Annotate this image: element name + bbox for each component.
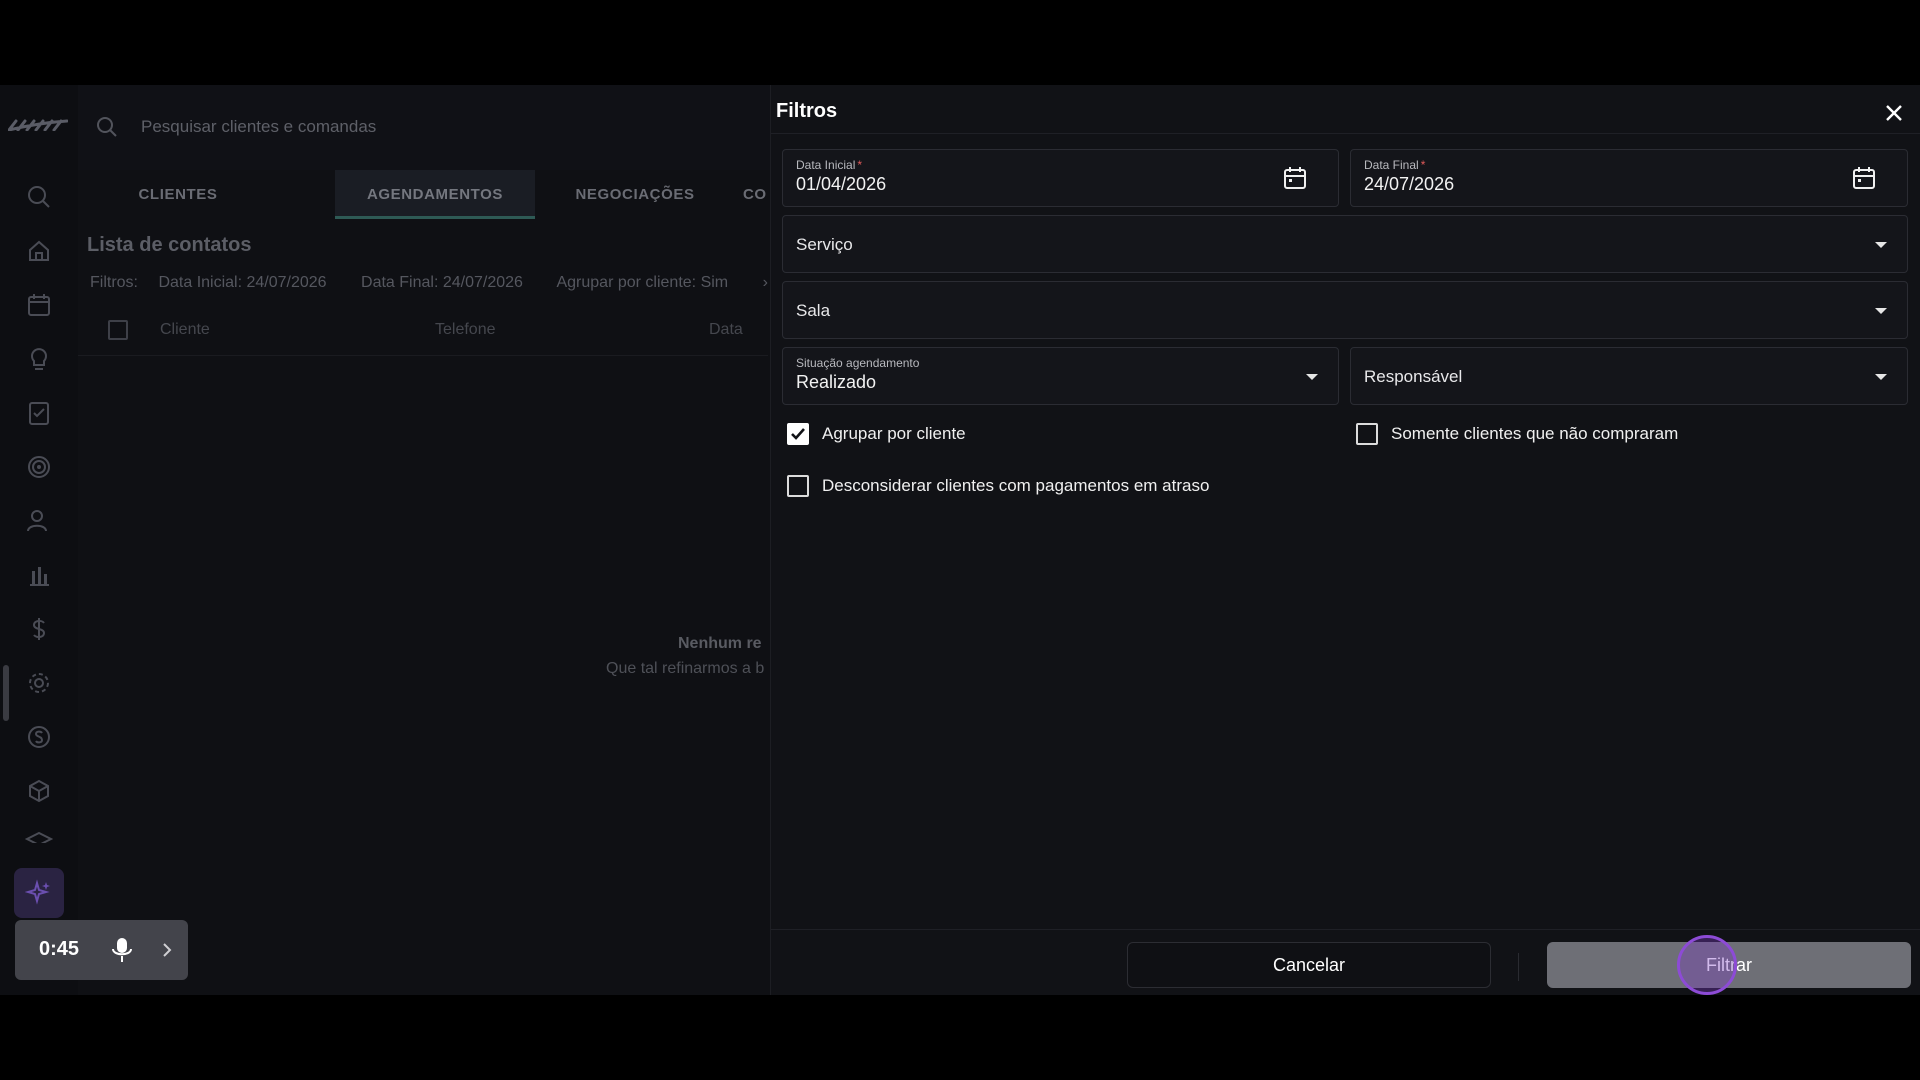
calendar-icon[interactable] — [1282, 165, 1308, 191]
start-date-field[interactable]: Data Inicial * 01/04/2026 — [782, 149, 1339, 207]
search-nav-icon[interactable] — [25, 183, 53, 211]
sidebar — [0, 85, 78, 995]
dollar-icon[interactable] — [25, 615, 53, 643]
responsible-placeholder: Responsável — [1364, 367, 1463, 386]
empty-state-subtitle: Que tal refinarmos a b — [606, 660, 765, 677]
chevron-down-icon[interactable] — [1875, 242, 1887, 248]
ignore-late-payments-checkbox[interactable] — [787, 475, 809, 497]
only-non-buyers-checkbox[interactable] — [1356, 423, 1378, 445]
empty-state-title: Nenhum re — [678, 635, 762, 652]
select-all-checkbox[interactable] — [108, 320, 128, 340]
service-placeholder: Serviço — [796, 235, 853, 254]
graduation-icon[interactable] — [25, 829, 53, 843]
footer-divider — [771, 929, 1920, 930]
coin-icon[interactable] — [25, 723, 53, 751]
filters-label: Filtros: — [90, 274, 138, 291]
sidebar-active-marker — [3, 665, 9, 721]
status-select[interactable]: Situação agendamento Realizado — [782, 347, 1339, 405]
calendar-nav-icon[interactable] — [25, 291, 53, 319]
close-icon[interactable] — [1881, 100, 1907, 126]
bar-chart-icon[interactable] — [25, 561, 53, 589]
column-header-data[interactable]: Data — [709, 321, 743, 339]
chevron-right-icon[interactable] — [160, 942, 174, 958]
only-non-buyers-option[interactable]: Somente clientes que não compraram — [1356, 420, 1678, 448]
screen: Pesquisar clientes e comandas CLIENTES A… — [0, 85, 1920, 995]
group-by-client-option[interactable]: Agrupar por cliente — [787, 420, 966, 448]
recording-widget: 0:45 — [15, 920, 188, 980]
table-header: Cliente Telefone Data — [78, 300, 768, 356]
search-input[interactable]: Pesquisar clientes e comandas — [141, 117, 376, 137]
filter-button[interactable]: Filtrar — [1547, 942, 1911, 988]
tab-agendamentos[interactable]: AGENDAMENTOS — [335, 170, 535, 219]
filters-drawer: Filtros Data Inicial * 01/04/2026 Data Fi… — [770, 85, 1920, 995]
group-by-client-checkbox[interactable] — [787, 423, 809, 445]
start-date-value: 01/04/2026 — [796, 174, 887, 194]
chevron-down-icon[interactable] — [1875, 374, 1887, 380]
microphone-icon[interactable] — [110, 937, 134, 963]
chevron-down-icon[interactable] — [1306, 374, 1318, 380]
footer-separator — [1518, 953, 1519, 981]
ai-assistant-button[interactable] — [14, 868, 64, 918]
only-non-buyers-label: Somente clientes que não compraram — [1391, 424, 1679, 443]
responsible-select[interactable]: Responsável — [1350, 347, 1908, 405]
column-header-telefone[interactable]: Telefone — [435, 321, 496, 339]
end-date-label: Data Final * — [1364, 158, 1426, 172]
status-value: Realizado — [796, 372, 877, 392]
column-header-cliente[interactable]: Cliente — [160, 321, 210, 339]
search-icon — [97, 117, 117, 137]
user-search-icon[interactable] — [25, 507, 53, 535]
tab-negociacoes[interactable]: NEGOCIAÇÕES — [535, 170, 735, 219]
drawer-title: Filtros — [776, 100, 838, 122]
target-icon[interactable] — [25, 453, 53, 481]
status-label: Situação agendamento — [796, 356, 920, 370]
checklist-icon[interactable] — [25, 399, 53, 427]
logo-icon — [8, 119, 68, 131]
active-filters: Filtros: Data Inicial: 24/07/2026 Data F… — [90, 274, 798, 292]
end-date-value: 24/07/2026 — [1364, 174, 1455, 194]
cancel-button[interactable]: Cancelar — [1127, 942, 1491, 988]
ignore-late-payments-label: Desconsiderar clientes com pagamentos em… — [822, 476, 1210, 495]
home-icon[interactable] — [25, 237, 53, 265]
room-placeholder: Sala — [796, 301, 831, 320]
recording-timer: 0:45 — [39, 938, 80, 960]
group-by-client-label: Agrupar por cliente — [822, 424, 966, 443]
chevron-down-icon[interactable] — [1875, 308, 1887, 314]
calendar-icon[interactable] — [1851, 165, 1877, 191]
filter-chip[interactable]: Data Final: 24/07/2026 — [361, 274, 523, 291]
service-select[interactable]: Serviço — [782, 215, 1908, 273]
tab-clientes[interactable]: CLIENTES — [78, 170, 278, 219]
drawer-divider — [771, 133, 1920, 134]
lightbulb-icon[interactable] — [25, 345, 53, 373]
filter-chip[interactable]: Agrupar por cliente: Sim — [556, 274, 728, 291]
ignore-late-payments-option[interactable]: Desconsiderar clientes com pagamentos em… — [787, 472, 1209, 500]
list-title: Lista de contatos — [87, 234, 252, 256]
end-date-field[interactable]: Data Final * 24/07/2026 — [1350, 149, 1908, 207]
chevron-right-icon[interactable]: › — [763, 274, 768, 291]
start-date-label: Data Inicial * — [796, 158, 863, 172]
tabs: CLIENTES AGENDAMENTOS NEGOCIAÇÕES CO — [78, 170, 778, 222]
settings-icon[interactable] — [25, 669, 53, 697]
room-select[interactable]: Sala — [782, 281, 1908, 339]
box-icon[interactable] — [25, 777, 53, 805]
filter-chip[interactable]: Data Inicial: 24/07/2026 — [158, 274, 326, 291]
